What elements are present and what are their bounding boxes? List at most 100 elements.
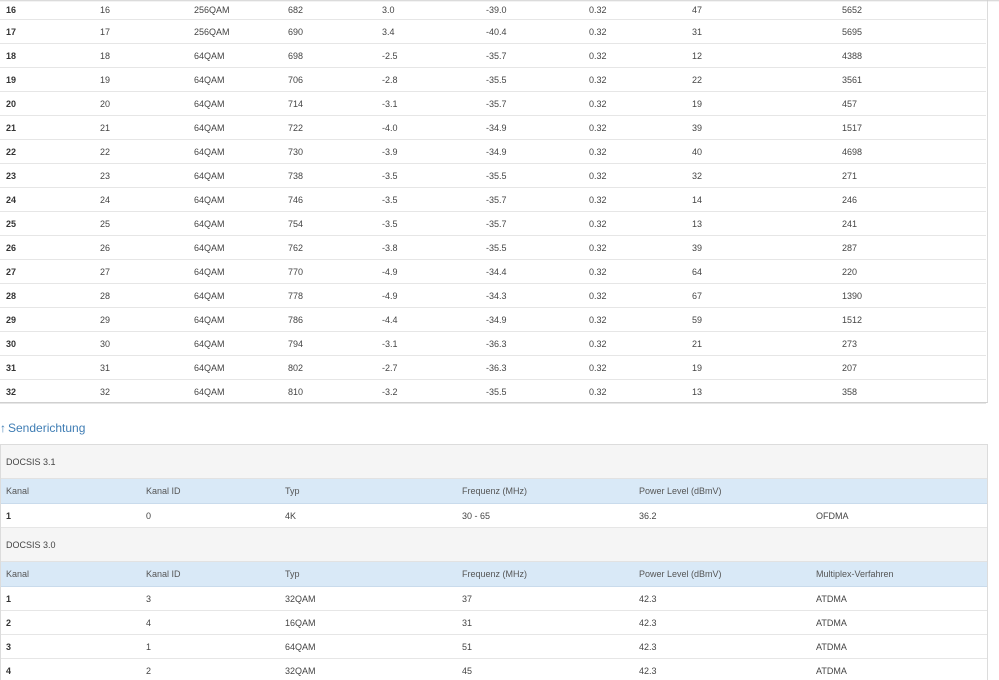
table-cell: -3.5 (376, 187, 480, 212)
table-cell: 0.32 (583, 355, 686, 380)
table-cell: 28 (94, 283, 188, 308)
table-cell: 2 (141, 658, 280, 680)
table-cell: 18 (0, 43, 94, 68)
table-cell: 0.32 (583, 139, 686, 164)
table-cell: 682 (282, 0, 376, 20)
table-cell: 64QAM (188, 67, 282, 92)
table-cell: 32 (0, 379, 94, 404)
column-header: Kanal (1, 562, 141, 587)
table-cell: -35.5 (480, 163, 583, 188)
table-cell: -3.1 (376, 91, 480, 116)
table-cell: 0.32 (583, 331, 686, 356)
table-cell: 30 - 65 (457, 503, 634, 528)
table-cell: 4K (280, 503, 457, 528)
scroll-shadow (0, 0, 999, 2)
table-cell: 26 (94, 235, 188, 260)
table-cell: -35.7 (480, 91, 583, 116)
table-cell: 0.32 (583, 43, 686, 68)
table-cell: 16 (0, 0, 94, 20)
upstream-section-header[interactable]: ↑ Senderichtung (0, 419, 85, 437)
table-header-row: Kanal Kanal ID Typ Frequenz (MHz) Power Leve… (1, 479, 987, 504)
table-cell: 18 (94, 43, 188, 68)
table-cell: -3.5 (376, 163, 480, 188)
table-cell: 4 (1, 658, 141, 680)
table-cell: OFDMA (811, 503, 987, 528)
table-cell: ATDMA (811, 586, 987, 611)
table-cell: 738 (282, 163, 376, 188)
table-cell: 26 (0, 235, 94, 260)
table-cell: 220 (836, 259, 986, 284)
table-cell: -2.8 (376, 67, 480, 92)
table-cell: 64QAM (188, 259, 282, 284)
table-cell: 25 (94, 211, 188, 236)
column-header: Power Level (dBmV) (634, 562, 811, 587)
table-cell: 13 (686, 211, 836, 236)
table-cell: 1 (1, 586, 141, 611)
table-cell: 42.3 (634, 634, 811, 659)
table-cell: 3.0 (376, 0, 480, 20)
table-cell: 690 (282, 19, 376, 44)
table-cell: 31 (0, 355, 94, 380)
table-cell: 0.32 (583, 67, 686, 92)
table-cell: 42.3 (634, 586, 811, 611)
table-cell: 207 (836, 355, 986, 380)
table-cell: 64QAM (188, 283, 282, 308)
table-cell: 0.32 (583, 163, 686, 188)
column-header: Frequenz (MHz) (457, 562, 634, 587)
table-cell: 256QAM (188, 19, 282, 44)
table-cell: 0.32 (583, 187, 686, 212)
table-cell: -4.9 (376, 259, 480, 284)
table-cell: -39.0 (480, 0, 583, 20)
table-cell: 67 (686, 283, 836, 308)
upstream-section-title: Senderichtung (8, 421, 86, 435)
table-cell: 21 (686, 331, 836, 356)
table-cell: 23 (94, 163, 188, 188)
table-cell: 31 (686, 19, 836, 44)
table-cell: 37 (457, 586, 634, 611)
downstream-channel-table: 16 16 256QAM 682 3.0 -39.0 0.32 47 5652 17 17 256QA… (0, 0, 986, 404)
table-cell: -3.9 (376, 139, 480, 164)
table-cell: 64 (686, 259, 836, 284)
table-cell: -35.7 (480, 187, 583, 212)
table-cell: 22 (0, 139, 94, 164)
table-cell: 31 (457, 610, 634, 635)
table-cell: 0.32 (583, 0, 686, 20)
table-row: 28 28 64QAM 778 -4.9 -34.3 0.32 67 1390 (0, 283, 986, 308)
table-cell: 0.32 (583, 283, 686, 308)
table-cell: -4.0 (376, 115, 480, 140)
table-cell: 32QAM (280, 586, 457, 611)
table-cell: 19 (686, 91, 836, 116)
table-cell: 22 (94, 139, 188, 164)
table-cell: 3 (141, 586, 280, 611)
table-cell: 4 (141, 610, 280, 635)
table-cell: 40 (686, 139, 836, 164)
table-row: 29 29 64QAM 786 -4.4 -34.9 0.32 59 1512 (0, 307, 986, 332)
table-cell: 4698 (836, 139, 986, 164)
table-cell: 45 (457, 658, 634, 680)
table-cell: 4388 (836, 43, 986, 68)
table-cell: 31 (94, 355, 188, 380)
table-cell: 5652 (836, 0, 986, 20)
table-cell: -4.9 (376, 283, 480, 308)
table-cell: 0.32 (583, 19, 686, 44)
table-cell: 287 (836, 235, 986, 260)
table-cell: 22 (686, 67, 836, 92)
column-header: Frequenz (MHz) (457, 479, 634, 504)
table-cell: -34.4 (480, 259, 583, 284)
table-cell: 3.4 (376, 19, 480, 44)
table-row: 19 19 64QAM 706 -2.8 -35.5 0.32 22 3561 (0, 67, 986, 92)
table-cell: 36.2 (634, 503, 811, 528)
table-cell: 20 (94, 91, 188, 116)
table-cell: -2.7 (376, 355, 480, 380)
table-cell: 64QAM (188, 115, 282, 140)
column-header: Kanal ID (141, 562, 280, 587)
table-row: 4 2 32QAM 45 42.3 ATDMA (1, 658, 987, 680)
table-cell: 19 (686, 355, 836, 380)
docsis31-table: Kanal Kanal ID Typ Frequenz (MHz) Power Leve… (1, 479, 987, 528)
table-cell: 32QAM (280, 658, 457, 680)
docsis30-group-title: DOCSIS 3.0 (1, 528, 987, 562)
table-row: 21 21 64QAM 722 -4.0 -34.9 0.32 39 1517 (0, 115, 986, 140)
table-cell: ATDMA (811, 610, 987, 635)
table-cell: 20 (0, 91, 94, 116)
table-cell: -40.4 (480, 19, 583, 44)
